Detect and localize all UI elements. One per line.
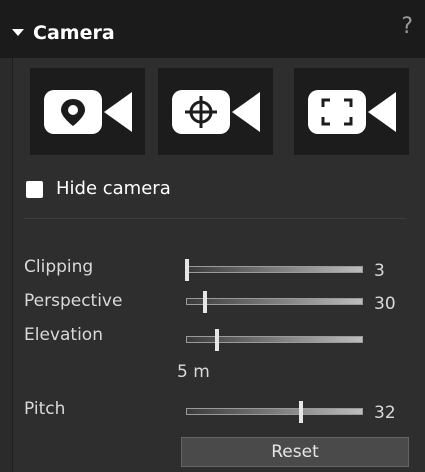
hide-camera-label[interactable]: Hide camera — [56, 178, 171, 199]
elevation-value: 5 m — [177, 362, 210, 382]
camera-target-icon — [171, 89, 260, 134]
camera-frame-icon — [307, 89, 396, 134]
help-icon[interactable]: ? — [401, 14, 413, 39]
clipping-value: 3 — [374, 261, 385, 281]
reset-button[interactable]: Reset — [181, 437, 409, 467]
hide-camera-checkbox[interactable] — [26, 181, 43, 198]
camera-location-button[interactable] — [30, 68, 145, 155]
panel-header[interactable]: Camera ? — [0, 0, 425, 58]
pitch-value: 32 — [374, 403, 396, 423]
pitch-slider[interactable] — [186, 401, 363, 423]
camera-target-button[interactable] — [158, 68, 273, 155]
camera-frame-button[interactable] — [294, 68, 409, 155]
clipping-slider-thumb[interactable] — [185, 259, 189, 281]
clipping-label: Clipping — [24, 257, 94, 277]
panel-title[interactable]: Camera — [12, 22, 115, 44]
clipping-slider[interactable] — [185, 259, 363, 281]
perspective-slider-thumb[interactable] — [202, 291, 207, 313]
elevation-label: Elevation — [24, 325, 103, 345]
elevation-slider-thumb[interactable] — [214, 329, 219, 351]
collapse-caret-icon[interactable] — [12, 29, 24, 36]
pitch-slider-thumb[interactable] — [298, 401, 303, 423]
pitch-label: Pitch — [24, 399, 66, 419]
perspective-slider[interactable] — [186, 291, 363, 313]
divider — [24, 218, 406, 219]
perspective-label: Perspective — [24, 291, 123, 311]
elevation-slider[interactable] — [186, 329, 363, 351]
panel-title-label: Camera — [33, 22, 115, 44]
perspective-value: 30 — [374, 294, 396, 314]
camera-location-icon — [43, 89, 132, 134]
